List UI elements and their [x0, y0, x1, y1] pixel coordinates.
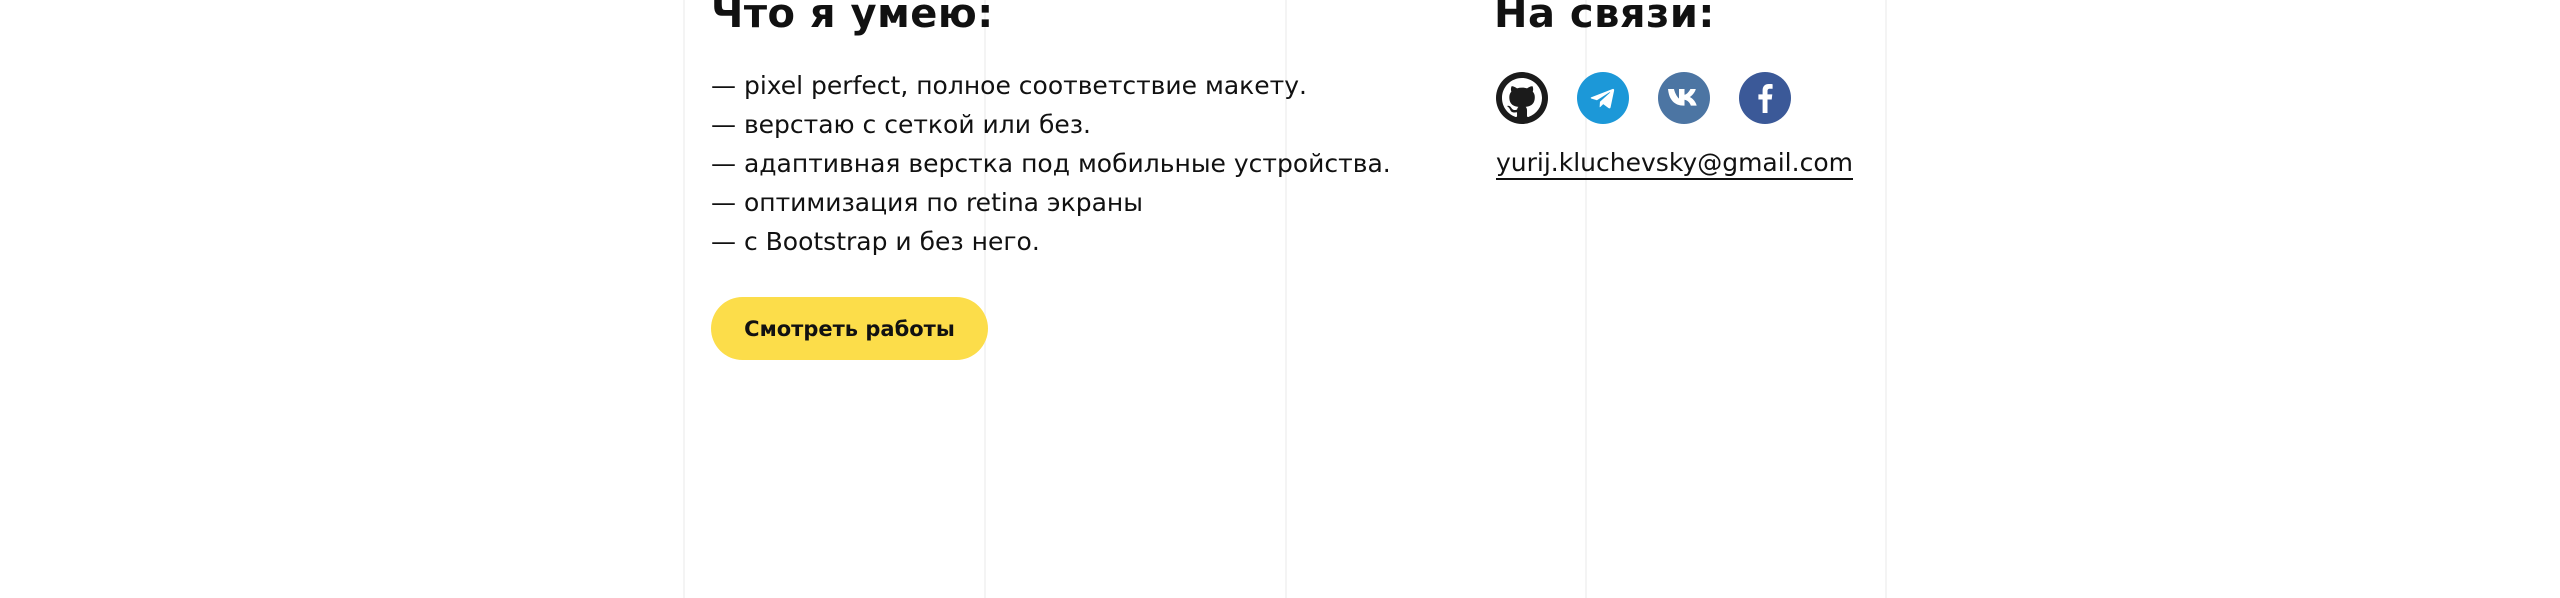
skills-list-item: — с Bootstrap и без него.: [711, 227, 1040, 256]
facebook-icon: [1758, 84, 1773, 113]
skills-list-item: — верстаю с сеткой или без.: [711, 110, 1091, 139]
grid-line: [683, 0, 685, 598]
vk-icon: [1668, 89, 1697, 106]
email-link[interactable]: yurij.kluchevsky@gmail.com: [1496, 148, 1853, 180]
contacts-title: На связи:: [1494, 0, 1715, 37]
vk-link[interactable]: [1658, 72, 1710, 124]
github-link[interactable]: [1496, 72, 1548, 124]
view-works-button[interactable]: Смотреть работы: [711, 297, 988, 360]
telegram-icon: [1590, 88, 1615, 109]
skills-title: Что я умею:: [711, 0, 994, 37]
facebook-link[interactable]: [1739, 72, 1791, 124]
telegram-link[interactable]: [1577, 72, 1629, 124]
social-links: [1496, 72, 1791, 124]
skills-list: — pixel perfect, полное соответствие мак…: [711, 66, 1391, 261]
github-icon: [1502, 78, 1542, 118]
skills-list-item: — адаптивная верстка под мобильные устро…: [711, 149, 1391, 178]
grid-line: [1885, 0, 1887, 598]
skills-list-item: — pixel perfect, полное соответствие мак…: [711, 71, 1307, 100]
skills-list-item: — оптимизация по retina экраны: [711, 188, 1144, 217]
